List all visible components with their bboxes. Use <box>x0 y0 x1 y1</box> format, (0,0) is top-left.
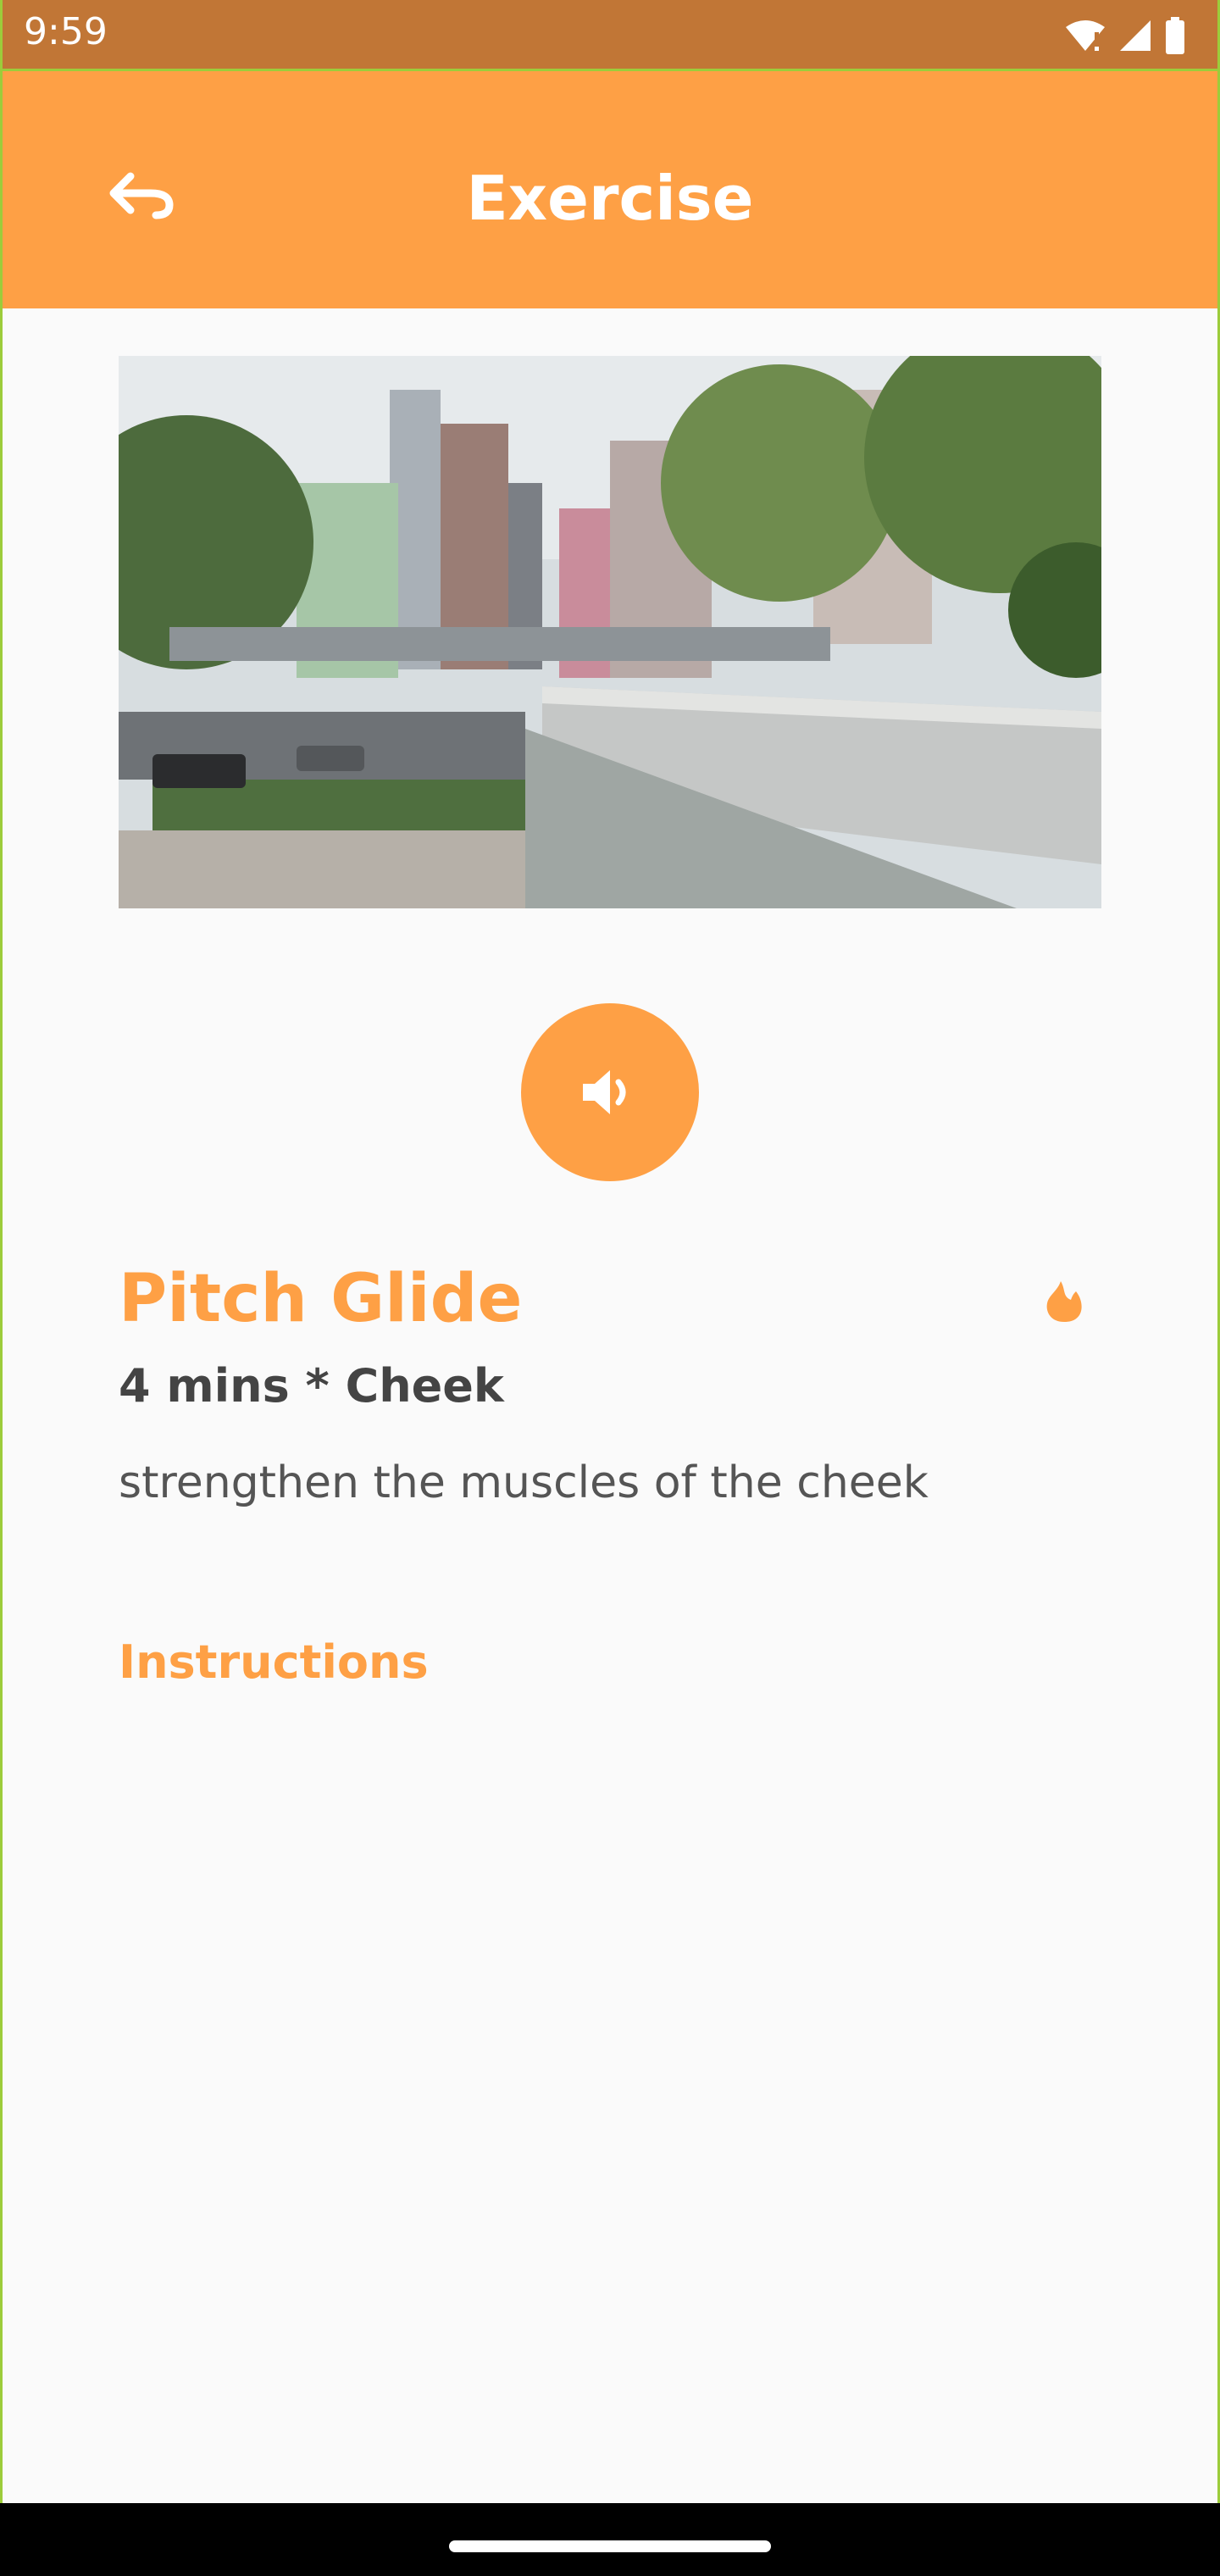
status-bar: 9:59 <box>0 0 1220 71</box>
signal-icon <box>1120 20 1151 51</box>
favorite-button[interactable] <box>1040 1276 1088 1324</box>
status-icons <box>1064 15 1186 56</box>
exercise-description: strengthen the muscles of the cheek <box>119 1457 929 1508</box>
status-time: 9:59 <box>24 10 108 53</box>
page-title: Exercise <box>466 163 754 234</box>
volume-icon <box>583 1070 626 1114</box>
instructions-heading: Instructions <box>119 1635 429 1689</box>
wifi-icon <box>1066 20 1105 51</box>
navigation-bar <box>0 2503 1220 2576</box>
exercise-image <box>119 356 1101 908</box>
home-handle[interactable] <box>449 2540 771 2552</box>
app-bar: Exercise <box>0 71 1220 308</box>
exercise-title: Pitch Glide <box>119 1261 523 1337</box>
play-audio-button[interactable] <box>521 1003 699 1181</box>
city-photo <box>119 356 1101 908</box>
battery-icon <box>1166 17 1184 54</box>
flame-icon <box>1046 1281 1082 1322</box>
exercise-meta: 4 mins * Cheek <box>119 1359 504 1413</box>
